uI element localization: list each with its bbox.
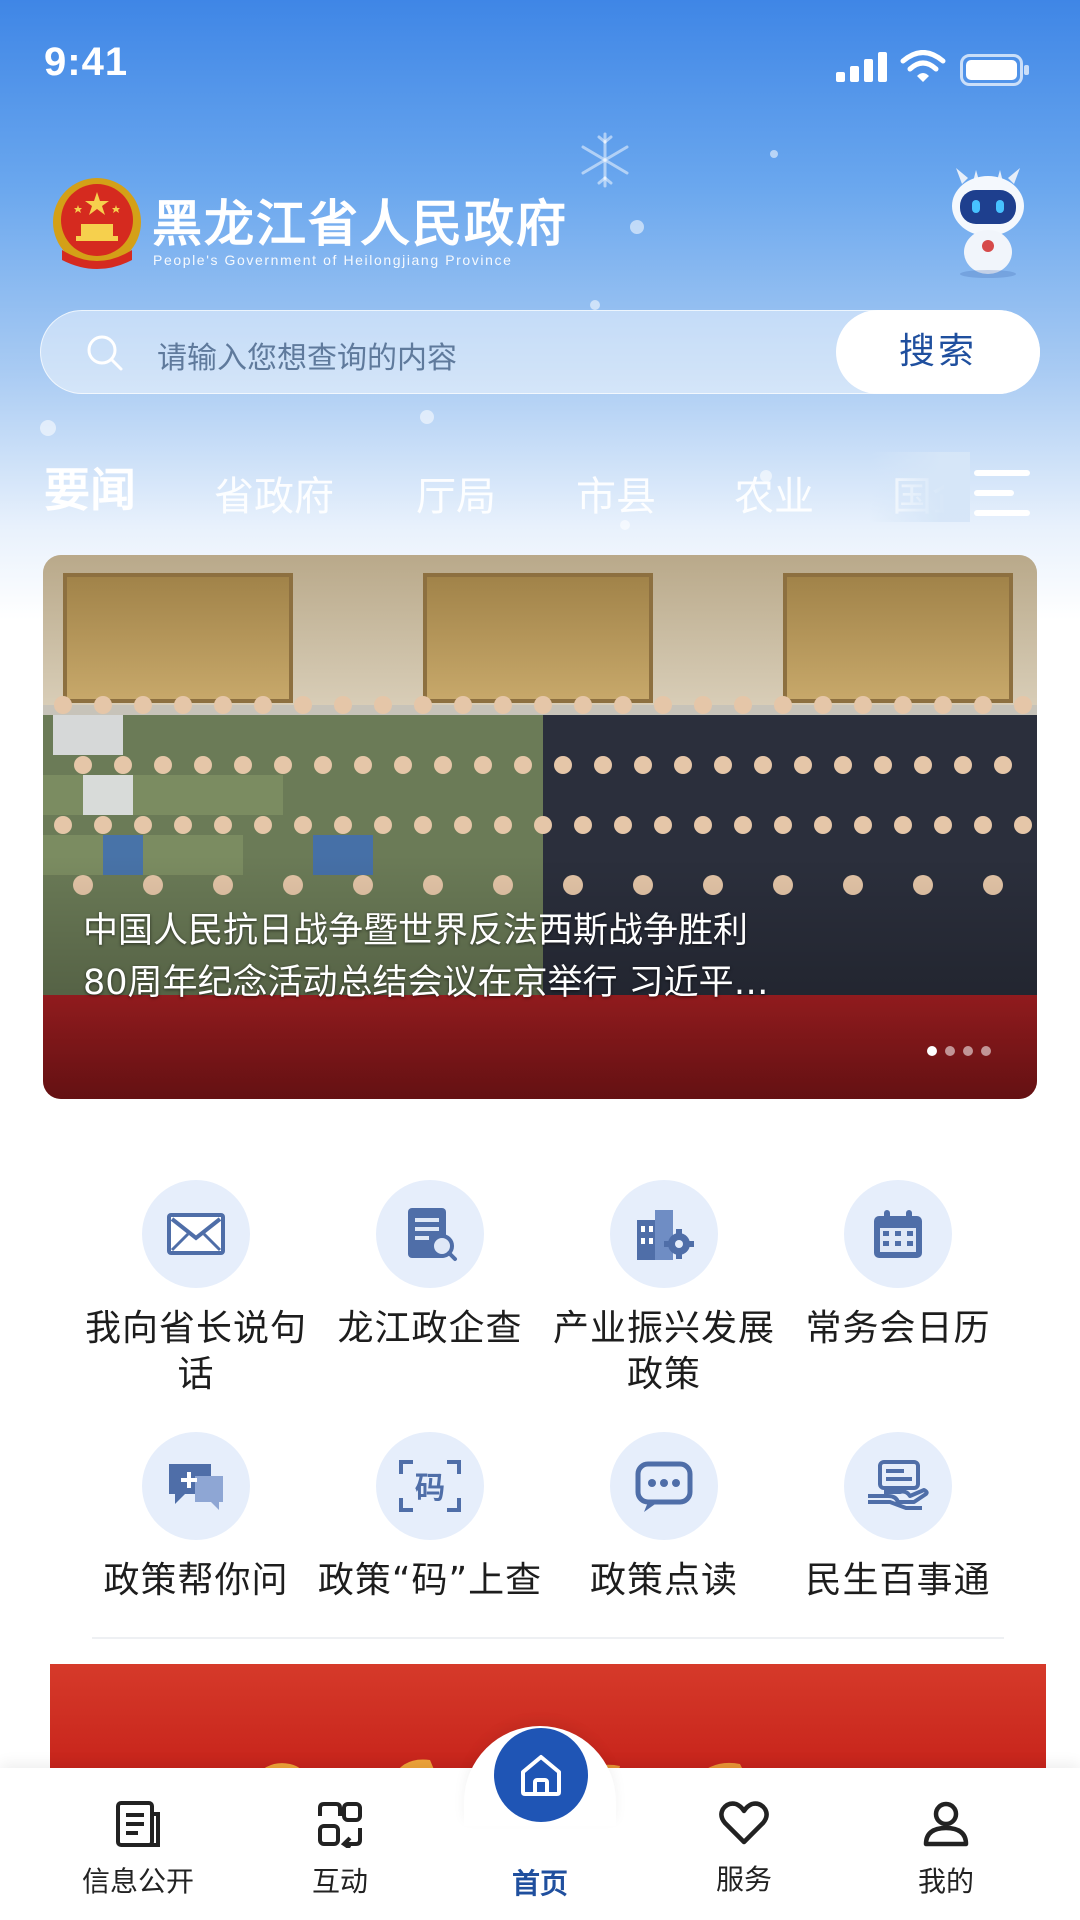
feature-label: 龙江政企查 <box>337 1308 523 1349</box>
wifi-icon <box>900 50 946 82</box>
document-icon <box>116 1801 160 1847</box>
nav-mine[interactable]: 我的 <box>866 1800 1026 1900</box>
calendar-icon <box>844 1180 952 1288</box>
snow-dot <box>590 300 600 310</box>
nav-label: 互动 <box>311 1865 368 1898</box>
tab-provincial-government[interactable]: 省政府 <box>214 464 334 522</box>
carousel-dot[interactable] <box>981 1046 991 1056</box>
feature-label: 政策帮你问 <box>103 1560 289 1601</box>
tab-yaowen[interactable]: 要闻 <box>44 454 136 520</box>
feature-executive-meeting-calendar[interactable]: 常务会日历 <box>778 1180 1018 1352</box>
banner-caption-line: 80周年纪念活动总结会议在京举行 习近平… <box>83 963 769 1003</box>
snow-dot <box>40 420 56 436</box>
carousel-indicator <box>927 1041 999 1056</box>
snowflake-icon <box>581 132 629 188</box>
tab-fade-overlay <box>870 452 970 522</box>
nav-info-disclosure[interactable]: 信息公开 <box>58 1800 218 1900</box>
feature-industry-revitalization-policy[interactable]: 产业振兴发展政策 <box>544 1180 784 1398</box>
battery-icon <box>960 54 1029 86</box>
feature-policy-reading[interactable]: 政策点读 <box>544 1432 784 1604</box>
status-time: 9:41 <box>44 40 129 84</box>
banner-caption[interactable]: 中国人民抗日战争暨世界反法西斯战争胜利 80周年纪念活动总结会议在京举行 习近平… <box>83 905 883 1009</box>
feature-livelihood-service[interactable]: 民生百事通 <box>778 1432 1018 1604</box>
news-category-tabs: 要闻 省政府 厅局 市县 农业 国企 <box>44 452 944 522</box>
search-input[interactable]: 请输入您想查询的内容 <box>157 333 457 377</box>
nav-interaction[interactable]: 互动 <box>260 1800 420 1900</box>
carousel-dot[interactable] <box>963 1046 973 1056</box>
section-divider <box>92 1637 1004 1639</box>
nav-label: 服务 <box>715 1863 772 1896</box>
nav-services[interactable]: 服务 <box>664 1800 824 1898</box>
heart-icon <box>719 1801 769 1845</box>
interaction-icon <box>318 1802 362 1850</box>
user-icon <box>923 1801 969 1847</box>
carousel-dot[interactable] <box>945 1046 955 1056</box>
feature-label: 民生百事通 <box>805 1560 991 1601</box>
carousel-dot-active[interactable] <box>927 1046 937 1056</box>
feature-policy-code-check[interactable]: 码 政策“码”上查 <box>310 1432 550 1604</box>
banner-caption-line: 中国人民抗日战争暨世界反法西斯战争胜利 <box>83 911 749 951</box>
chat-plus-icon <box>142 1432 250 1540</box>
hand-service-icon <box>844 1432 952 1540</box>
news-carousel[interactable]: 中国人民抗日战争暨世界反法西斯战争胜利 80周年纪念活动总结会议在京举行 习近平… <box>43 555 1037 1099</box>
industry-gear-icon <box>610 1180 718 1288</box>
document-search-icon <box>376 1180 484 1288</box>
home-icon <box>521 1755 561 1796</box>
nav-label: 信息公开 <box>81 1865 194 1898</box>
feature-longjiang-enterprise-check[interactable]: 龙江政企查 <box>310 1180 550 1352</box>
chat-bubble-icon <box>610 1432 718 1540</box>
search-bar[interactable]: 请输入您想查询的内容 搜索 <box>40 310 1040 394</box>
status-bar: 9:41 <box>0 0 1080 130</box>
national-emblem-logo <box>53 178 141 269</box>
snow-dot <box>770 150 778 158</box>
government-title: 黑龙江省人民政府 <box>152 194 568 253</box>
robot-assistant-icon[interactable] <box>946 166 1030 278</box>
envelope-icon <box>142 1180 250 1288</box>
government-subtitle: People's Government of Heilongjiang Prov… <box>153 252 513 268</box>
feature-speak-to-governor[interactable]: 我向省长说句话 <box>76 1180 316 1398</box>
nav-home-button[interactable] <box>494 1728 588 1822</box>
feature-label: 常务会日历 <box>805 1308 991 1349</box>
tab-departments[interactable]: 厅局 <box>416 464 496 522</box>
snow-dot <box>630 220 644 234</box>
feature-label: 产业振兴发展政策 <box>552 1308 775 1395</box>
nav-home-label[interactable]: 首页 <box>460 1862 620 1902</box>
feature-label: 政策点读 <box>589 1560 738 1601</box>
search-button[interactable]: 搜索 <box>836 310 1040 394</box>
feature-policy-ask-for-you[interactable]: 政策帮你问 <box>76 1432 316 1604</box>
tab-cities-counties[interactable]: 市县 <box>576 464 656 522</box>
code-scan-icon: 码 <box>376 1432 484 1540</box>
svg-text:码: 码 <box>415 1471 445 1506</box>
feature-label: 我向省长说句话 <box>84 1308 307 1395</box>
hamburger-menu-icon[interactable] <box>972 468 1032 518</box>
feature-label: 政策“码”上查 <box>317 1560 543 1601</box>
tab-agriculture[interactable]: 农业 <box>734 464 814 522</box>
search-icon <box>87 335 123 371</box>
cellular-signal-icon <box>836 52 887 82</box>
snow-dot <box>420 410 434 424</box>
nav-label: 我的 <box>917 1865 974 1898</box>
